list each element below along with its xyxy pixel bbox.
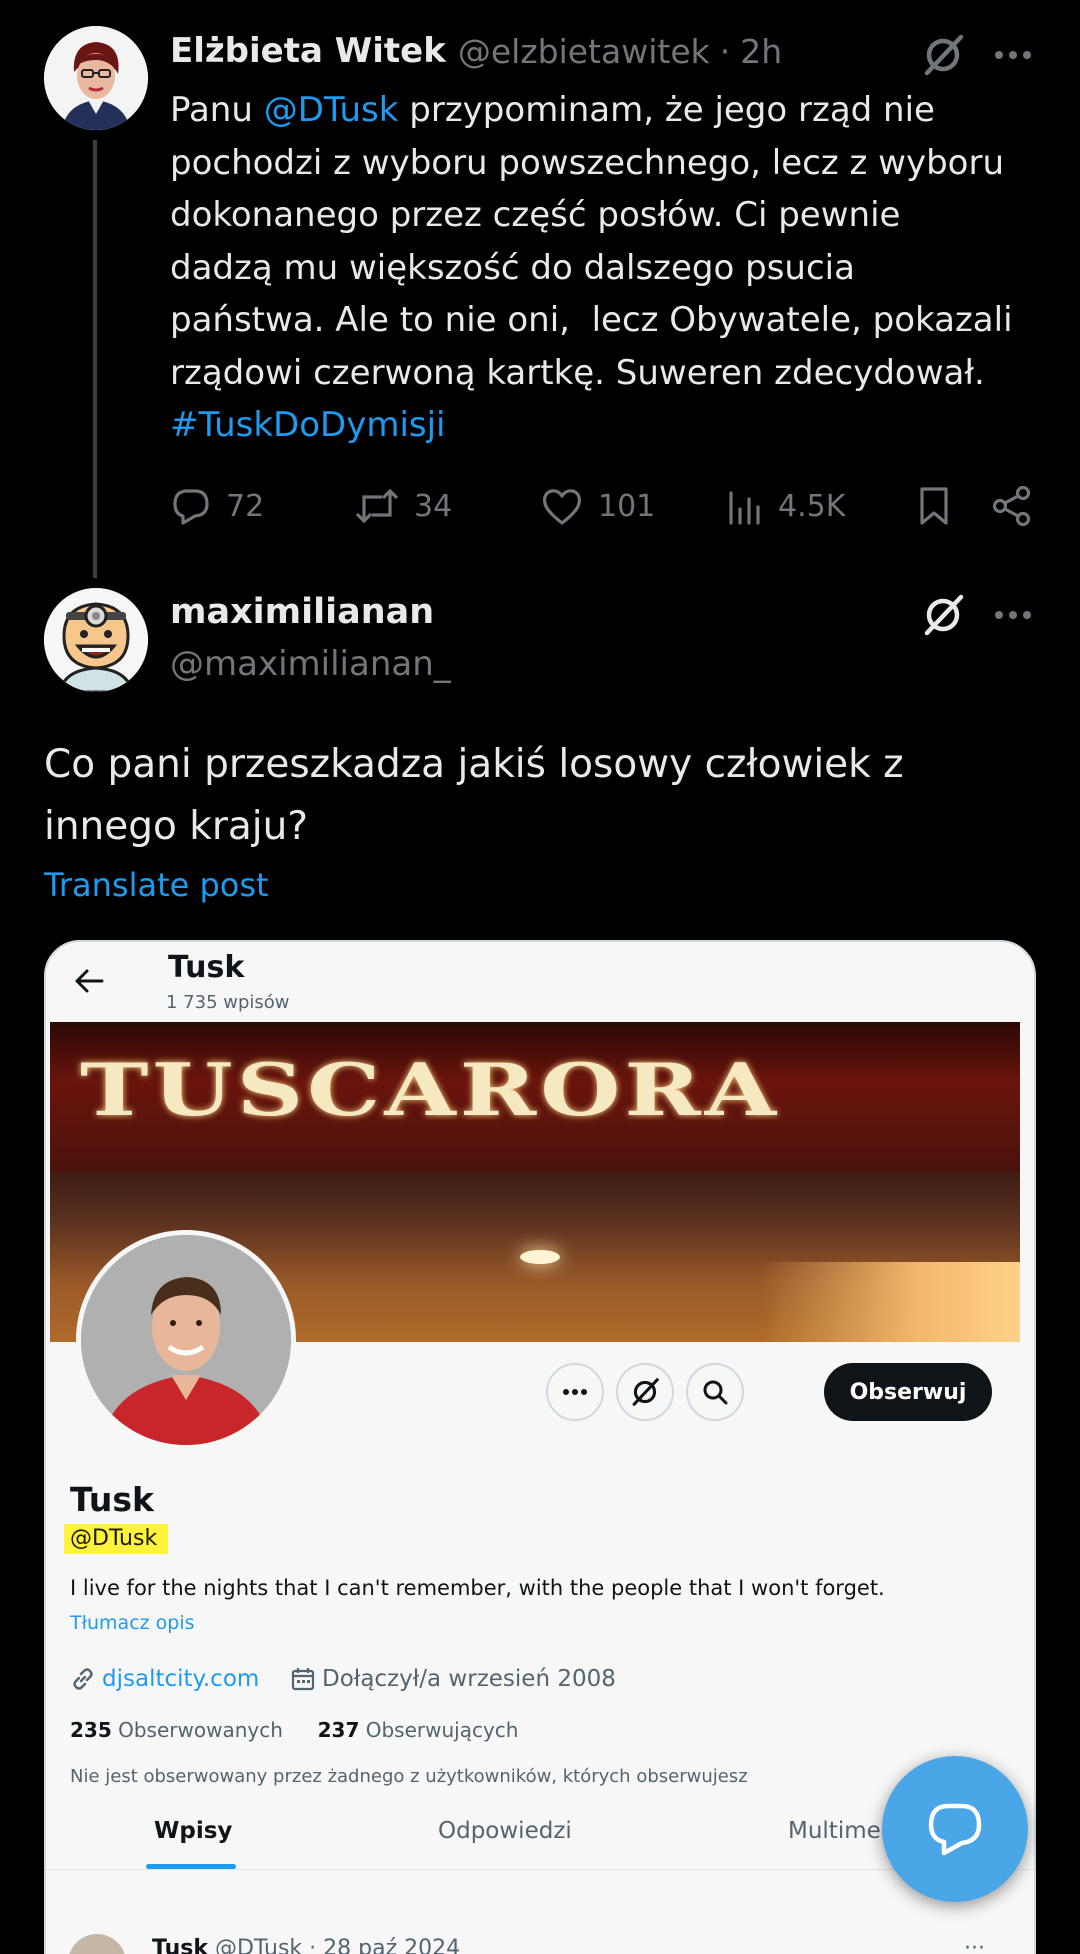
translate-post-link[interactable]: Translate post <box>44 866 269 904</box>
views-icon <box>729 491 760 525</box>
profile-avatar <box>76 1230 296 1450</box>
parent-tweet-header: Elżbieta Witek @elzbietawitek · 2h <box>170 26 782 76</box>
profile-website[interactable]: djsaltcity.com <box>70 1664 259 1694</box>
repost-icon <box>355 488 399 524</box>
avatar-photo <box>44 26 148 130</box>
post-author-name: Tusk <box>152 1936 208 1954</box>
tab-posts[interactable]: Wpisy <box>154 1818 232 1844</box>
repost-count: 34 <box>414 488 453 524</box>
views-count: 4.5K <box>778 488 846 524</box>
profile-joined: Dołączył/a wrzesień 2008 <box>290 1664 616 1694</box>
post-author-handle: @DTusk <box>214 1936 303 1954</box>
link-icon <box>73 1668 93 1690</box>
following-label[interactable]: Obserwowanych <box>118 1718 283 1742</box>
ceiling-light <box>520 1250 560 1264</box>
compose-reply-button[interactable] <box>882 1756 1028 1902</box>
banner-glow <box>760 1262 1020 1342</box>
like-count: 101 <box>598 488 656 524</box>
more-icon[interactable] <box>988 590 1038 640</box>
reply-tweet-text: Co pani przeszkadza jakiś losowy człowie… <box>44 742 904 849</box>
more-icon[interactable] <box>988 30 1038 80</box>
hashtag-link[interactable]: #TuskDoDymisji <box>170 405 446 445</box>
grok-icon <box>632 1378 659 1406</box>
mention-link[interactable]: @DTusk <box>264 90 399 130</box>
separator-dot: · <box>719 31 731 71</box>
reply-count: 72 <box>226 488 265 524</box>
profile-header-title: Tusk <box>168 950 245 985</box>
reply-button[interactable]: 72 <box>170 482 264 530</box>
share-icon[interactable] <box>988 482 1036 530</box>
post-avatar <box>68 1934 126 1954</box>
translate-bio-link[interactable]: Tłumacz opis <box>70 1612 195 1634</box>
profile-search-button[interactable] <box>686 1363 744 1421</box>
separator-dot: · <box>309 1936 317 1954</box>
post-preview-header: Tusk @DTusk · 28 paź 2024 <box>152 1936 460 1954</box>
text-segment: Panu <box>170 90 264 130</box>
profile-more-button[interactable] <box>546 1363 604 1421</box>
parent-tweet-text: Panu @DTusk przypominam, że jego rząd ni… <box>170 84 1050 452</box>
views-button[interactable]: 4.5K <box>726 482 845 530</box>
followers-count[interactable]: 237 <box>318 1718 360 1742</box>
calendar-icon <box>291 1668 315 1691</box>
post-more-icon: ··· <box>964 1936 985 1954</box>
search-icon <box>703 1380 728 1405</box>
following-count[interactable]: 235 <box>70 1718 112 1742</box>
like-button[interactable]: 101 <box>540 482 655 530</box>
grok-icon[interactable] <box>918 590 968 640</box>
profile-handle: @DTusk <box>70 1526 158 1551</box>
post-date: 28 paź 2024 <box>323 1936 461 1954</box>
follow-button[interactable]: Obserwuj <box>824 1363 992 1421</box>
profile-grok-button[interactable] <box>616 1363 674 1421</box>
thread-connector-line <box>93 140 97 578</box>
more-icon <box>563 1389 587 1395</box>
chat-bubble-icon <box>928 1803 982 1856</box>
reply-author-name[interactable]: maximilianan <box>170 592 434 632</box>
heart-icon <box>542 489 582 525</box>
text-segment: przypominam, że jego rząd nie pochodzi z… <box>170 90 1013 393</box>
followers-label[interactable]: Obserwujących <box>366 1718 519 1742</box>
profile-name: Tusk <box>70 1480 154 1519</box>
parent-author-avatar[interactable] <box>44 26 148 130</box>
posts-count: 1 735 wpisów <box>166 992 290 1013</box>
tab-replies[interactable]: Odpowiedzi <box>438 1818 572 1844</box>
tweet-time[interactable]: 2h <box>740 32 782 71</box>
banner-sign-text: TUSCARORA <box>80 1048 781 1133</box>
not-followed-note: Nie jest obserwowany przez żadnego z uży… <box>70 1766 748 1787</box>
website-link[interactable]: djsaltcity.com <box>102 1666 259 1692</box>
joined-date: Dołączył/a wrzesień 2008 <box>322 1666 616 1692</box>
bookmark-icon[interactable] <box>910 482 958 530</box>
author-handle[interactable]: @elzbietawitek <box>458 32 710 71</box>
profile-bio: I live for the nights that I can't remem… <box>70 1576 885 1600</box>
profile-stats: 235 Obserwowanych 237 Obserwujących <box>70 1718 518 1742</box>
avatar-photo <box>81 1235 291 1445</box>
repost-button[interactable]: 34 <box>354 482 452 530</box>
reply-author-avatar[interactable] <box>44 588 148 692</box>
grok-icon[interactable] <box>918 30 968 80</box>
avatar-cartoon <box>44 588 148 692</box>
reply-icon <box>173 489 209 525</box>
author-name[interactable]: Elżbieta Witek <box>170 31 446 71</box>
tabs-divider <box>46 1869 1034 1870</box>
reply-author-handle[interactable]: @maximilianan_ <box>170 644 451 684</box>
back-arrow-icon <box>74 968 104 998</box>
